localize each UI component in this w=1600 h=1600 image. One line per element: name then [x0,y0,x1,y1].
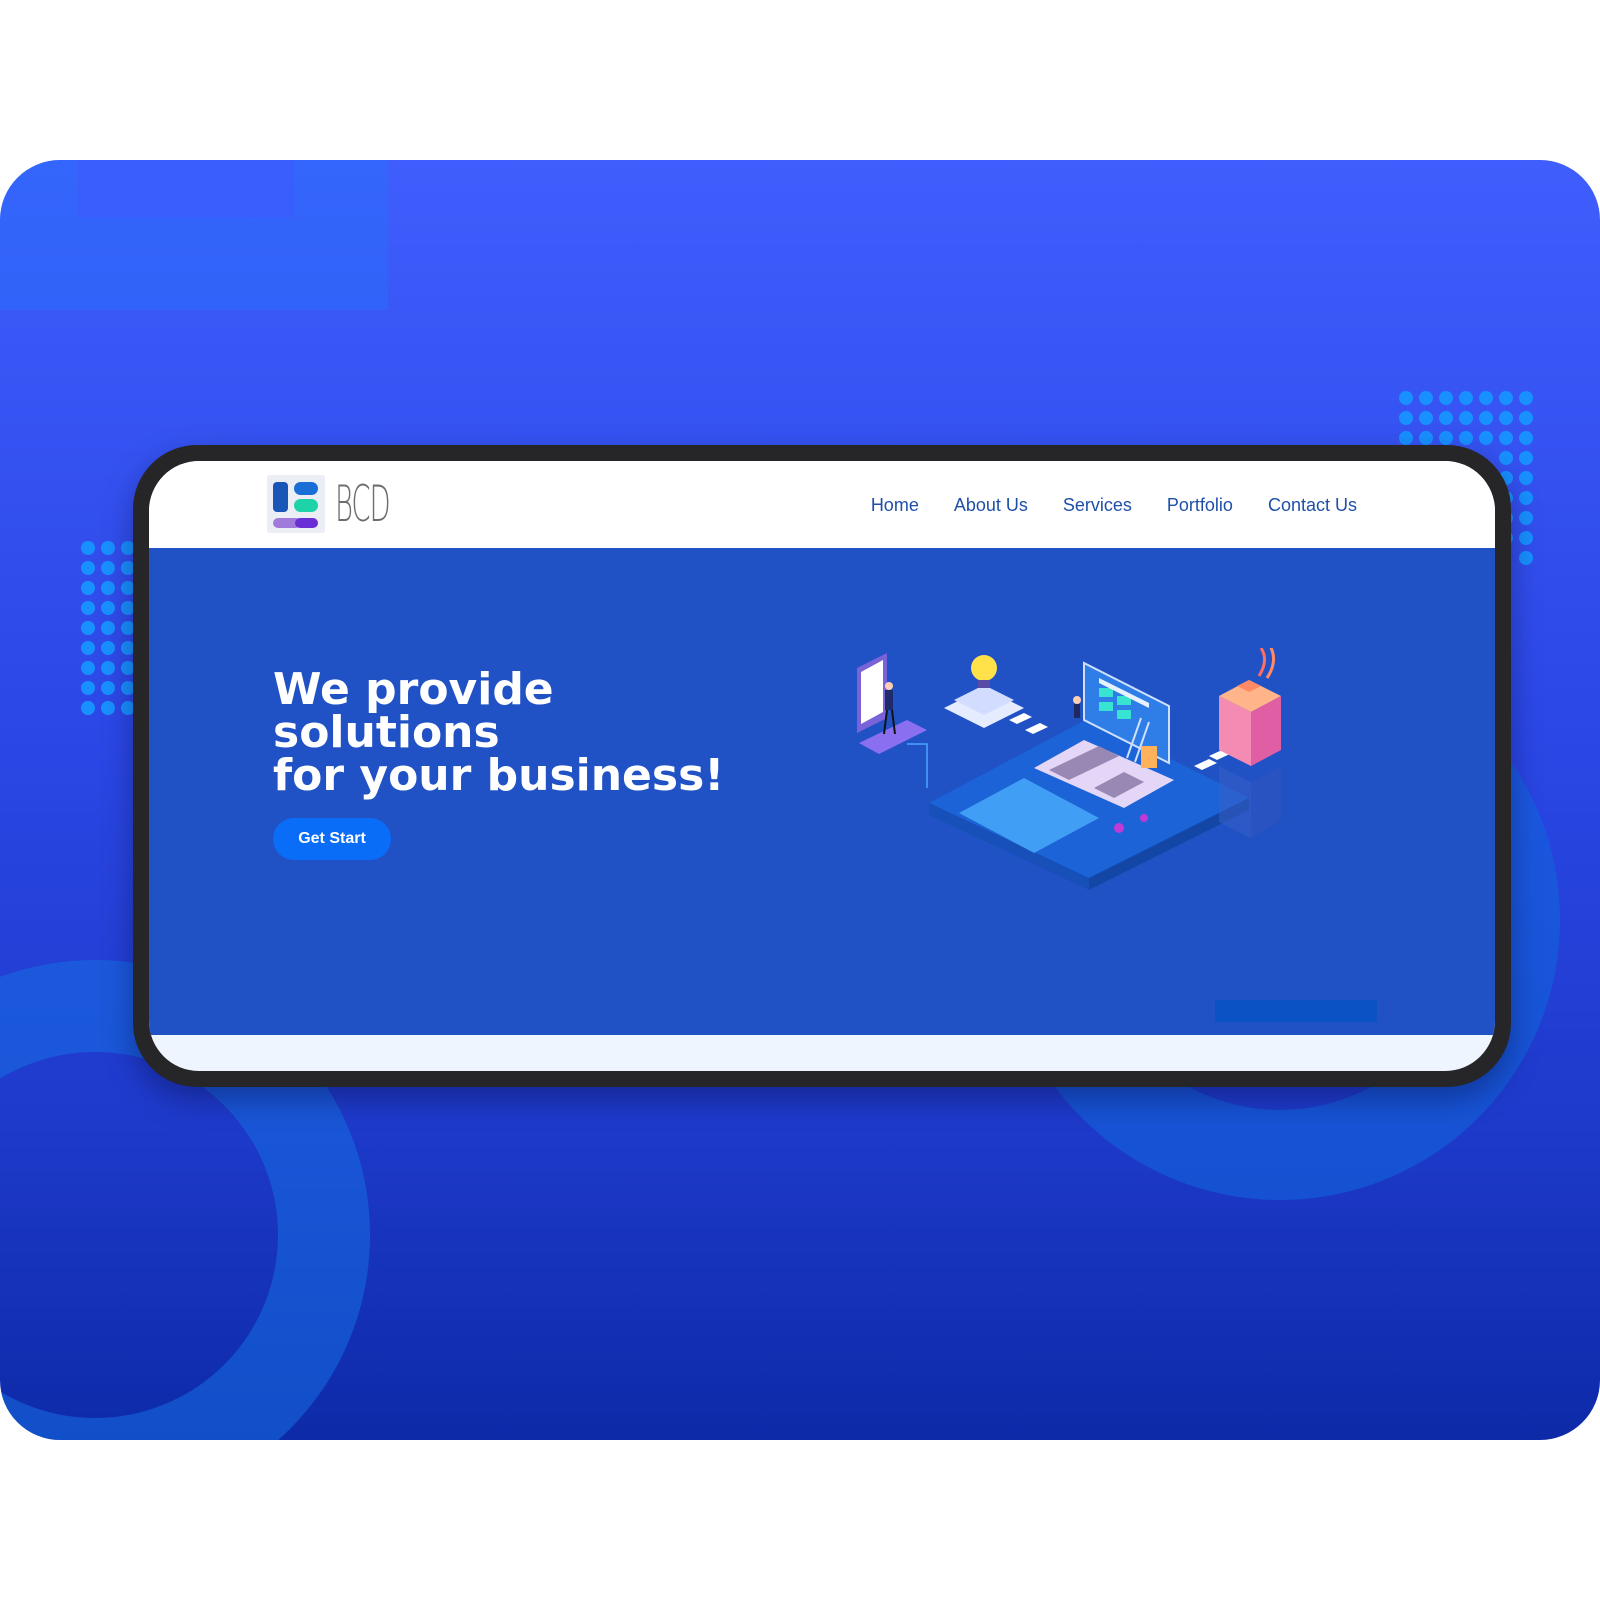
hero-title-line: solutions [273,707,500,758]
hero-section: We provide solutions for your business! … [149,548,1495,1035]
logo-text: BCD [335,475,391,533]
decorative-rectangle [78,160,294,218]
main-navigation: Home About Us Services Portfolio Contact… [871,495,1357,516]
get-start-button[interactable]: Get Start [273,818,391,860]
hero-title-line: We provide [273,664,554,715]
nav-item-about-us[interactable]: About Us [954,495,1028,516]
hero-title: We provide solutions for your business! [273,664,725,801]
logo-icon [267,475,325,533]
nav-item-contact-us[interactable]: Contact Us [1268,495,1357,516]
decorative-strip [1215,1000,1377,1022]
navbar: BCD Home About Us Services Portfolio Con… [149,461,1495,548]
logo[interactable]: BCD [267,475,434,533]
isometric-illustration [849,643,1309,933]
nav-item-home[interactable]: Home [871,495,919,516]
nav-item-portfolio[interactable]: Portfolio [1167,495,1233,516]
dot-grid-left [80,540,140,720]
device-screen: BCD Home About Us Services Portfolio Con… [149,461,1495,1071]
nav-item-services[interactable]: Services [1063,495,1132,516]
device-frame: BCD Home About Us Services Portfolio Con… [133,445,1511,1087]
hero-title-line: for your business! [273,750,725,801]
